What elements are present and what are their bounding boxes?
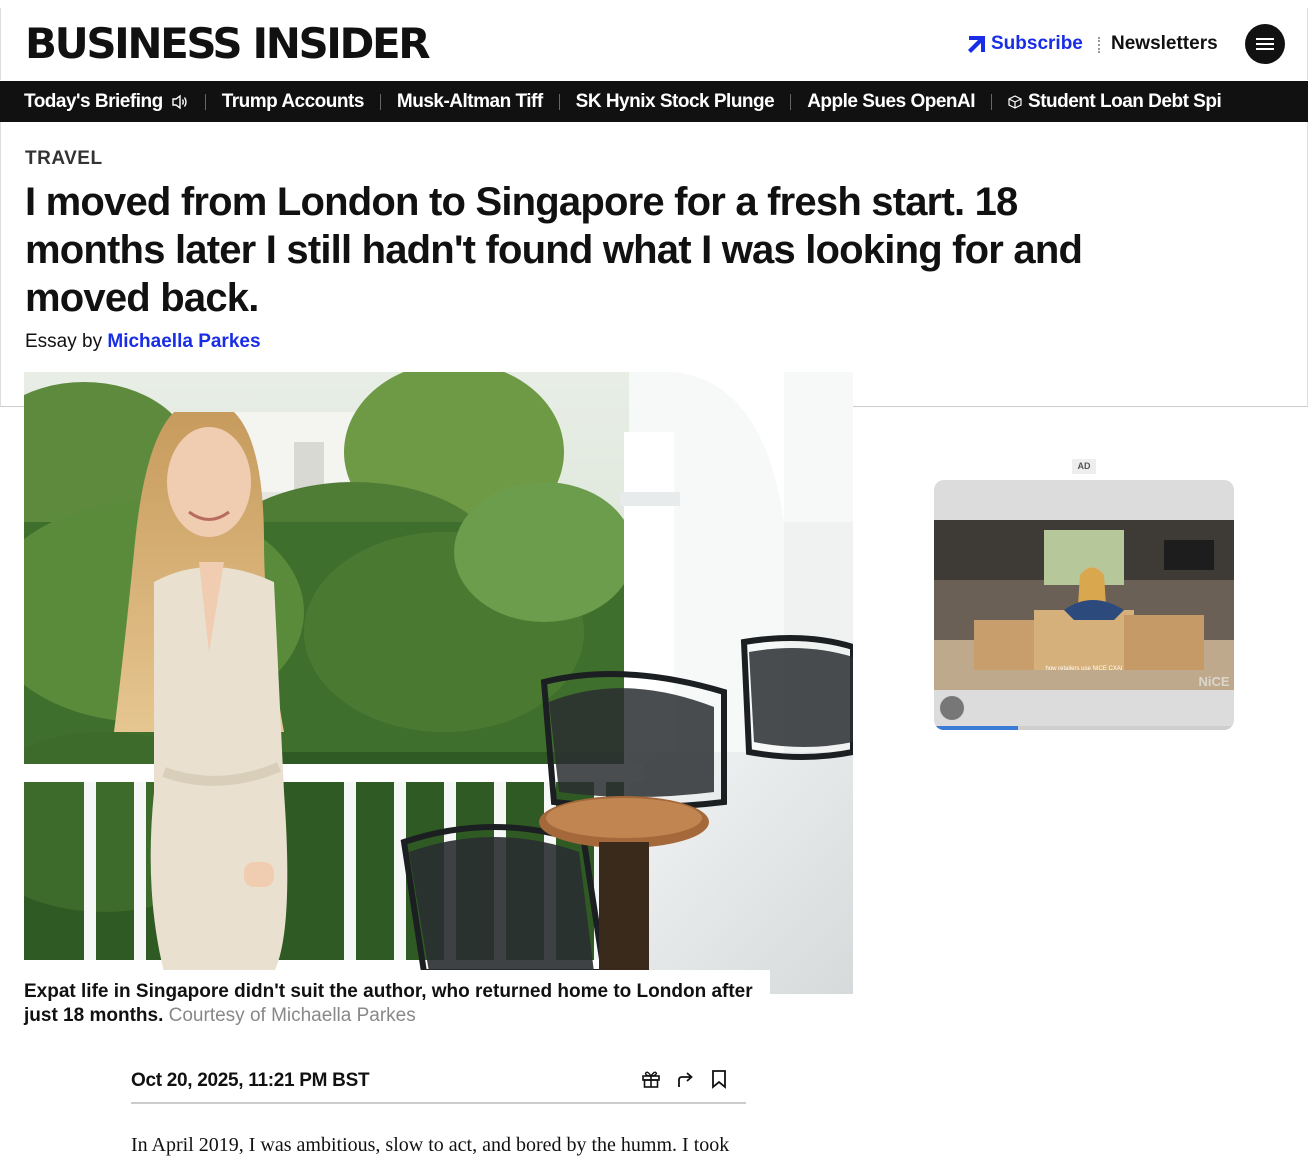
site-header: BUSINESS INSIDER Subscribe Newsletters	[0, 8, 1308, 80]
header-divider	[1098, 37, 1100, 53]
ad-video-scene: how retailers use NICE CXAI NiCE	[934, 520, 1234, 690]
nav-separator	[558, 93, 560, 110]
trending-nav: Today's Briefing Trump Accounts Musk-Alt…	[0, 81, 1308, 122]
nav-item-label: Today's Briefing	[24, 90, 163, 112]
ad-brand-logo: NiCE	[1198, 674, 1229, 689]
video-ad[interactable]: how retailers use NICE CXAI NiCE	[934, 480, 1234, 730]
site-logo[interactable]: BUSINESS INSIDER	[25, 18, 431, 70]
play-button[interactable]	[940, 696, 964, 720]
image-caption: Expat life in Singapore didn't suit the …	[24, 970, 770, 1028]
ad-video-caption: how retailers use NICE CXAI	[1045, 666, 1122, 672]
nav-separator	[379, 93, 381, 110]
nav-separator	[790, 93, 792, 110]
hamburger-icon	[1256, 38, 1274, 50]
gift-article-button[interactable]	[640, 1068, 662, 1090]
ad-video-frame[interactable]: how retailers use NICE CXAI NiCE	[934, 520, 1234, 690]
article-body-start: In April 2019, I was ambitious, slow to …	[131, 1134, 730, 1156]
newsletters-link[interactable]: Newsletters	[1111, 33, 1218, 55]
category-label[interactable]: TRAVEL	[25, 148, 103, 170]
byline: Essay by Michaella Parkes	[25, 331, 261, 353]
nav-item-todays-briefing[interactable]: Today's Briefing	[24, 91, 189, 113]
photo-credit: Courtesy of Michaella Parkes	[168, 1005, 416, 1026]
nav-separator	[204, 93, 206, 110]
nav-item-student-loan[interactable]: Student Loan Debt Spi	[1008, 90, 1222, 113]
nav-item-trump-accounts[interactable]: Trump Accounts	[222, 91, 365, 113]
byline-prefix: Essay by	[25, 331, 103, 352]
nav-separator	[991, 93, 993, 110]
subscribe-label: Subscribe	[991, 33, 1083, 54]
hero-photo	[24, 372, 853, 994]
menu-button[interactable]	[1245, 24, 1285, 64]
nav-item-musk-altman[interactable]: Musk-Altman Tiff	[397, 91, 543, 113]
article-header: TRAVEL I moved from London to Singapore …	[0, 122, 1308, 407]
nav-item-apple-openai[interactable]: Apple Sues OpenAI	[807, 91, 975, 113]
article-tools	[640, 1068, 730, 1090]
bookmark-icon	[712, 1070, 726, 1089]
speaker-icon	[171, 94, 187, 109]
author-link[interactable]: Michaella Parkes	[107, 331, 260, 352]
image-caption-box: Expat life in Singapore didn't suit the …	[24, 970, 770, 1030]
ad-progress-fill	[934, 726, 1018, 730]
arrow-up-right-icon	[968, 36, 985, 53]
article-headline: I moved from London to Singapore for a f…	[25, 180, 1083, 320]
ad-progress-bar[interactable]	[934, 726, 1234, 730]
cube-icon	[1008, 94, 1022, 109]
nav-item-sk-hynix[interactable]: SK Hynix Stock Plunge	[576, 91, 775, 113]
bookmark-button[interactable]	[708, 1068, 730, 1090]
subscribe-link[interactable]: Subscribe	[967, 33, 1083, 55]
nav-item-label: Student Loan Debt Spi	[1028, 90, 1222, 112]
share-arrow-icon	[678, 1072, 693, 1087]
hero-image	[24, 372, 853, 994]
ad-label: AD	[1072, 459, 1096, 474]
article-meta-bar: Oct 20, 2025, 11:21 PM BST	[131, 1062, 746, 1104]
gift-icon	[642, 1071, 660, 1088]
publish-date: Oct 20, 2025, 11:21 PM BST	[131, 1070, 370, 1091]
share-button[interactable]	[674, 1068, 696, 1090]
